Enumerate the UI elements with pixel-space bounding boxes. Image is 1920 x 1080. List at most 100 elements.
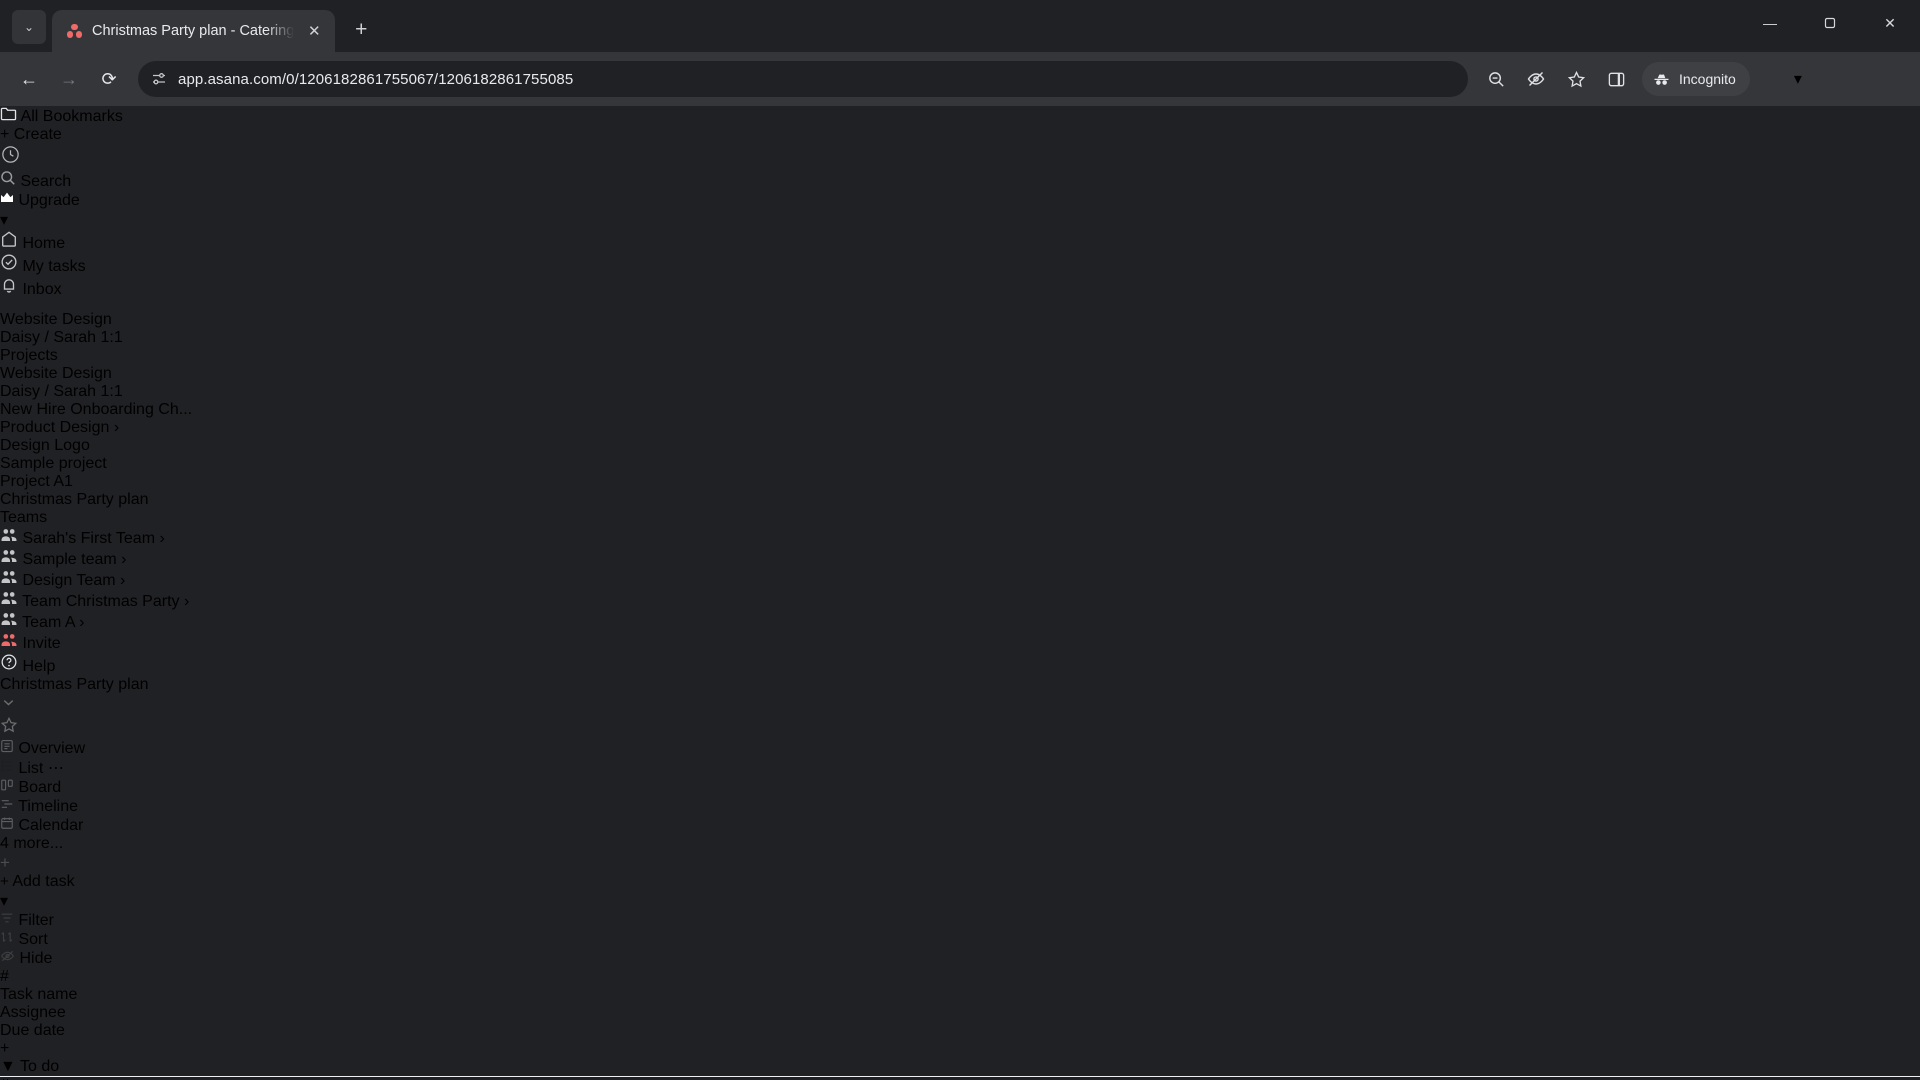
chevron-down-icon[interactable]: ▾ (0, 891, 1920, 911)
sidebar-project-daisy-sarah[interactable]: Daisy / Sarah 1:1 (0, 383, 1920, 401)
upgrade-button[interactable]: Upgrade (0, 191, 1920, 210)
sidebar-project-sample-project[interactable]: Sample project (0, 455, 1920, 473)
add-view-button[interactable]: + (0, 853, 1920, 873)
side-panel-icon[interactable] (1598, 61, 1634, 97)
help-icon (1, 654, 17, 670)
filter-button[interactable]: Filter (0, 911, 1920, 930)
browser-tab[interactable]: Christmas Party plan - Catering ✕ (52, 10, 336, 52)
home-icon (0, 231, 22, 252)
all-bookmarks-item[interactable]: All Bookmarks (0, 106, 1920, 126)
tab-more[interactable]: 4 more... (0, 835, 1920, 853)
chevron-down-icon[interactable]: ▾ (1794, 69, 1802, 89)
sidebar-team-team-a[interactable]: Team A › (0, 611, 1920, 632)
section-header-to-do[interactable]: ▼ To do (0, 1058, 1920, 1076)
chevron-down-icon[interactable] (0, 694, 1920, 716)
reload-icon[interactable]: ⟳ (90, 60, 128, 98)
star-icon[interactable] (1558, 61, 1594, 97)
sidebar-item-inbox[interactable]: Inbox (0, 276, 1920, 299)
sidebar-heading-teams: Teams (0, 509, 48, 526)
chevron-right-icon[interactable]: › (121, 551, 126, 568)
add-task-main[interactable]: + Add task (0, 873, 1920, 891)
sort-button[interactable]: Sort (0, 930, 1920, 949)
chevron-right-icon[interactable]: › (114, 419, 119, 436)
tab-search-chevron-icon[interactable]: ⌄ (12, 10, 46, 44)
sidebar-project-project-a1[interactable]: Project A1 (0, 473, 1920, 491)
sidebar-item-label: Sample team (22, 551, 117, 568)
sidebar-favorite-website-design[interactable]: Website Design (0, 311, 1920, 329)
sidebar-project-product-design[interactable]: Product Design › (0, 419, 1920, 437)
sidebar-favorite-daisy-sarah[interactable]: Daisy / Sarah 1:1 (0, 329, 1920, 347)
add-task-button[interactable]: + Add task ▾ (0, 873, 1920, 911)
chevron-right-icon[interactable]: › (120, 572, 125, 589)
folder-icon (0, 107, 17, 121)
column-header-num: # (0, 968, 9, 985)
timeline-icon (1, 800, 13, 808)
tab-overview[interactable]: Overview (0, 739, 1920, 758)
sidebar-heading-projects: Projects (0, 347, 58, 364)
tab-calendar[interactable]: Calendar (0, 816, 1920, 835)
hide-button[interactable]: Hide (0, 949, 1920, 968)
window-close-icon[interactable]: ✕ (1860, 0, 1920, 46)
sidebar-team-team-christmas-party[interactable]: Team Christmas Party › (0, 590, 1920, 611)
sidebar-item-label: Design Logo (0, 437, 90, 454)
chevron-right-icon[interactable]: › (159, 530, 164, 547)
close-icon[interactable]: ✕ (303, 20, 325, 42)
sidebar-team-sarahs-first-team[interactable]: Sarah's First Team › (0, 527, 1920, 548)
sidebar-item-label: My tasks (22, 258, 86, 275)
url-text: app.asana.com/0/1206182861755067/1206182… (178, 70, 574, 88)
project-list-pane: Christmas Party plan Overview List ⋯ Boa… (0, 676, 1920, 1080)
chevron-right-icon[interactable]: › (184, 593, 189, 610)
new-tab-button[interactable]: + (344, 13, 378, 47)
profile-avatar[interactable] (1762, 64, 1792, 94)
board-icon (1, 779, 13, 791)
window-controls: — ✕ (1740, 0, 1920, 46)
sidebar: Home My tasks Inbox Website Design Daisy… (0, 230, 1920, 676)
column-header-due-date: Due date (0, 1022, 65, 1039)
eye-slash-icon (0, 950, 15, 962)
sidebar-project-christmas-party-plan[interactable]: Christmas Party plan (0, 491, 1920, 509)
zoom-out-icon[interactable] (1478, 61, 1514, 97)
chevron-right-icon[interactable]: › (79, 614, 84, 631)
sidebar-team-design-team[interactable]: Design Team › (0, 569, 1920, 590)
column-header-task-name: Task name (0, 986, 78, 1003)
sidebar-team-sample-team[interactable]: Sample team › (0, 548, 1920, 569)
sidebar-item-my-tasks[interactable]: My tasks (0, 253, 1920, 276)
invite-button[interactable]: Invite (0, 632, 1920, 653)
chevron-down-icon[interactable]: ▼ (0, 1058, 16, 1075)
add-task-row[interactable]: # Add task... (0, 1076, 1920, 1080)
search-placeholder: Search (20, 173, 72, 190)
upgrade-label: Upgrade (18, 192, 80, 209)
create-button[interactable]: + Create (0, 126, 1920, 144)
sidebar-project-website-design[interactable]: Website Design (0, 365, 1920, 383)
sort-label: Sort (18, 931, 48, 948)
tab-timeline[interactable]: Timeline (0, 797, 1920, 816)
sidebar-project-design-logo[interactable]: Design Logo (0, 437, 1920, 455)
bell-icon (0, 279, 22, 298)
address-bar[interactable]: app.asana.com/0/1206182861755067/1206182… (138, 61, 1468, 97)
sidebar-item-home[interactable]: Home (0, 230, 1920, 253)
toolbar-icons (1478, 61, 1634, 97)
tab-title: Christmas Party plan - Catering (92, 23, 295, 39)
back-icon[interactable]: ← (10, 60, 48, 98)
more-options-icon[interactable]: ⋯ (48, 760, 64, 777)
help-button[interactable]: Help (0, 653, 1920, 676)
star-icon[interactable] (0, 716, 1920, 739)
page-settings-icon[interactable] (150, 70, 168, 88)
recent-clock-icon[interactable] (0, 144, 1920, 170)
tab-board[interactable]: Board (0, 778, 1920, 797)
tab-label: Overview (18, 740, 86, 757)
forward-icon[interactable]: → (50, 60, 88, 98)
chevron-down-icon[interactable]: ▾ (0, 210, 1920, 230)
eye-slash-icon[interactable] (1518, 61, 1554, 97)
sidebar-footer: Invite Help (0, 632, 1920, 676)
minimize-icon[interactable]: — (1740, 0, 1800, 46)
all-bookmarks-label: All Bookmarks (20, 108, 123, 125)
maximize-icon[interactable] (1800, 0, 1860, 46)
search-input[interactable]: Search (0, 170, 1920, 191)
add-column-button[interactable]: + (0, 1040, 1920, 1058)
tab-list[interactable]: List ⋯ (0, 758, 1920, 778)
incognito-indicator[interactable]: Incognito (1642, 62, 1750, 96)
sidebar-project-new-hire-onboarding[interactable]: New Hire Onboarding Ch... (0, 401, 1920, 419)
project-view-tabs: Overview List ⋯ Board Timeline Calendar … (0, 739, 1920, 873)
plus-icon: + (0, 873, 9, 890)
